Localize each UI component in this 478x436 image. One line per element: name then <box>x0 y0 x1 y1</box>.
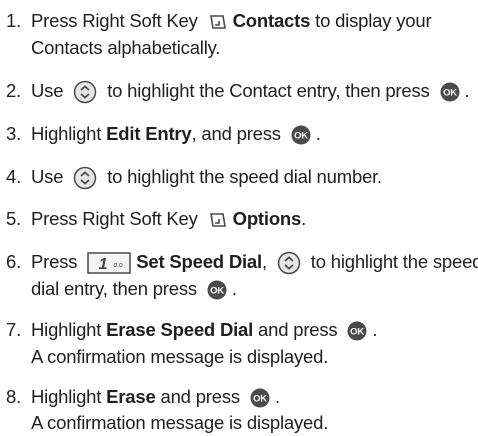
step-text: Use <box>31 166 69 187</box>
step-text: . <box>274 386 280 407</box>
step-3: 3. Highlight Edit Entry, and press OK. <box>6 120 474 147</box>
navigation-key-icon <box>74 166 97 190</box>
step-text: . <box>231 278 237 299</box>
step-text: and press <box>253 319 343 340</box>
step-number: 3. <box>6 123 22 144</box>
key-1-voicemail-glyph: o.o <box>114 262 123 269</box>
step-text: and press <box>155 386 245 407</box>
key-1-icon: 1 o.o <box>87 252 131 274</box>
navigation-key-icon <box>277 251 301 275</box>
ok-key-label: OK <box>443 88 457 99</box>
step-text: Press Right Soft Key <box>31 10 203 31</box>
step-8: 8. Highlight Erase and press OK. <box>6 383 474 410</box>
step-number: 1. <box>6 10 22 31</box>
step-text: to display your <box>310 10 432 31</box>
step-6-continuation: dial entry, then press OK. <box>31 275 237 302</box>
step-7-continuation: A confirmation message is displayed. <box>31 346 329 367</box>
step-5: 5. Press Right Soft Key Options. <box>6 205 474 232</box>
key-1-number: 1 <box>99 256 108 273</box>
step-number: 6. <box>6 251 22 272</box>
ok-key-icon: OK <box>440 82 460 102</box>
step-number: 7. <box>6 319 22 340</box>
menu-name: Edit Entry <box>106 123 192 144</box>
step-text: . <box>315 123 321 144</box>
step-text: Press Right Soft Key <box>31 208 203 229</box>
step-text: to highlight the speed <box>305 251 478 272</box>
step-text: Press <box>31 251 83 272</box>
step-number: 4. <box>6 166 22 187</box>
step-2: 2. Use to highlight the Contact entry, th… <box>6 77 474 104</box>
ok-key-icon: OK <box>207 280 227 300</box>
step-text: dial entry, then press <box>31 278 202 299</box>
navigation-key-icon <box>74 80 97 104</box>
step-text: Highlight <box>31 386 107 407</box>
menu-name: Erase Speed Dial <box>106 319 254 340</box>
step-number: 2. <box>6 80 22 101</box>
ok-key-icon: OK <box>291 125 311 145</box>
step-text: . <box>301 208 307 229</box>
step-8-continuation: A confirmation message is displayed. <box>31 412 329 433</box>
step-text: Use <box>31 80 69 101</box>
ok-key-label: OK <box>350 327 364 338</box>
step-4: 4. Use to highlight the speed dial number… <box>6 163 474 190</box>
step-text: to highlight the speed dial number. <box>102 166 382 187</box>
menu-name: Set Speed Dial <box>136 251 262 272</box>
step-text: . <box>372 319 378 340</box>
menu-name: Contacts <box>232 10 311 31</box>
step-text: Highlight <box>31 319 107 340</box>
step-text: . <box>464 80 470 101</box>
ok-key-icon: OK <box>347 321 367 341</box>
step-number: 8. <box>6 386 22 407</box>
step-7: 7. Highlight Erase Speed Dial and press O… <box>6 316 474 343</box>
step-1: 1. Press Right Soft Key Contacts to displ… <box>6 7 474 34</box>
step-1-continuation: Contacts alphabetically. <box>31 37 221 58</box>
step-number: 5. <box>6 208 22 229</box>
instruction-list: 1. Press Right Soft Key Contacts to displ… <box>0 0 478 436</box>
step-text: , <box>261 251 272 272</box>
right-soft-key-icon <box>209 213 226 227</box>
step-text: Highlight <box>31 123 107 144</box>
menu-name: Erase <box>106 386 156 407</box>
ok-key-label: OK <box>253 394 267 405</box>
step-text: , and press <box>191 123 286 144</box>
ok-key-label: OK <box>294 131 308 142</box>
menu-name: Options <box>232 208 302 229</box>
ok-key-icon: OK <box>250 388 270 408</box>
step-text: to highlight the Contact entry, then pre… <box>102 80 435 101</box>
ok-key-label: OK <box>210 286 224 297</box>
step-6: 6. Press 1 o.o Set Speed Dial, to highlight… <box>6 248 478 275</box>
right-soft-key-icon <box>209 15 226 29</box>
